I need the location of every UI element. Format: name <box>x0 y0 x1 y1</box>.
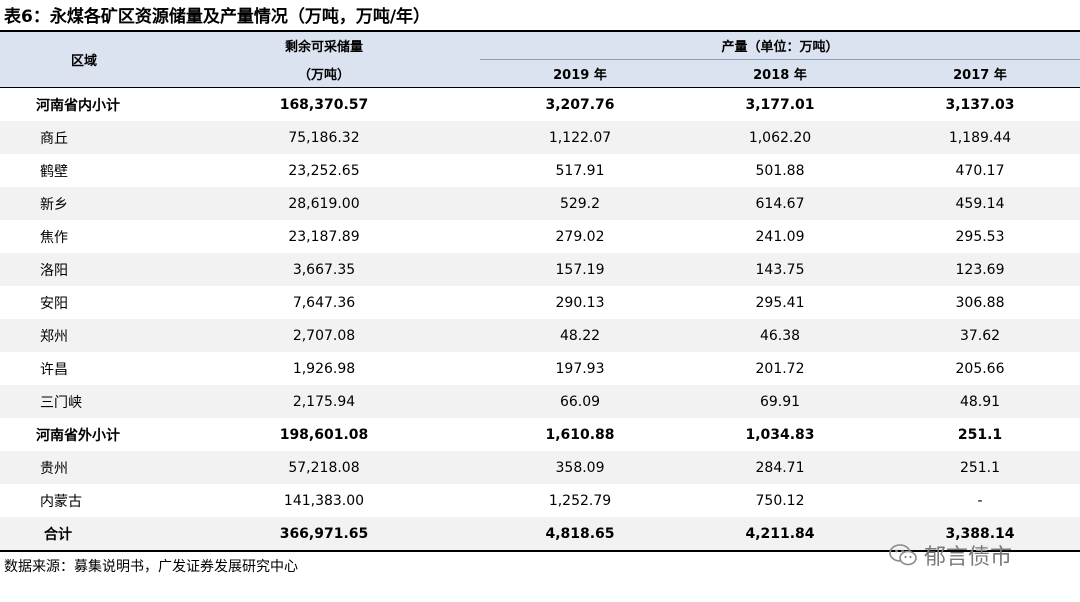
cell-region: 商丘 <box>0 121 168 154</box>
cell-region: 焦作 <box>0 220 168 253</box>
cell-y2019: 66.09 <box>480 385 680 418</box>
cell-y2018: 501.88 <box>680 154 880 187</box>
cell-reserves: 57,218.08 <box>168 451 480 484</box>
cell-reserves: 28,619.00 <box>168 187 480 220</box>
header-production: 产量（单位：万吨） <box>480 32 1080 60</box>
cell-y2017: 1,189.44 <box>880 121 1080 154</box>
cell-reserves: 7,647.36 <box>168 286 480 319</box>
table-title: 表6：永煤各矿区资源储量及产量情况（万吨，万吨/年） <box>4 7 431 27</box>
header-region: 区域 <box>0 32 168 88</box>
cell-y2018: 4,211.84 <box>680 517 880 552</box>
cell-y2018: 69.91 <box>680 385 880 418</box>
cell-y2018: 614.67 <box>680 187 880 220</box>
header-row-1: 区域 剩余可采储量 产量（单位：万吨） <box>0 32 1080 88</box>
cell-region: 贵州 <box>0 451 168 484</box>
table-row: 三门峡 2,175.94 66.09 69.91 48.91 <box>0 385 1080 418</box>
cell-y2017: - <box>880 484 1080 517</box>
cell-y2018: 284.71 <box>680 451 880 484</box>
cell-region: 三门峡 <box>0 385 168 418</box>
cell-y2017: 251.1 <box>880 418 1080 451</box>
cell-y2018: 295.41 <box>680 286 880 319</box>
cell-reserves: 141,383.00 <box>168 484 480 517</box>
cell-y2019: 529.2 <box>480 187 680 220</box>
cell-reserves: 198,601.08 <box>168 418 480 451</box>
cell-y2018: 241.09 <box>680 220 880 253</box>
cell-region: 内蒙古 <box>0 484 168 517</box>
table-row: 商丘 75,186.32 1,122.07 1,062.20 1,189.44 <box>0 121 1080 154</box>
cell-y2017: 37.62 <box>880 319 1080 352</box>
cell-region: 河南省内小计 <box>0 87 168 121</box>
cell-reserves: 2,175.94 <box>168 385 480 418</box>
cell-reserves: 2,707.08 <box>168 319 480 352</box>
cell-y2019: 1,610.88 <box>480 418 680 451</box>
table-row: 许昌 1,926.98 197.93 201.72 205.66 <box>0 352 1080 385</box>
cell-reserves: 366,971.65 <box>168 517 480 552</box>
cell-reserves: 168,370.57 <box>168 87 480 121</box>
table-row: 洛阳 3,667.35 157.19 143.75 123.69 <box>0 253 1080 286</box>
cell-y2017: 251.1 <box>880 451 1080 484</box>
cell-region: 新乡 <box>0 187 168 220</box>
cell-y2019: 197.93 <box>480 352 680 385</box>
header-reserves-line1: 剩余可采储量 <box>168 32 480 60</box>
table-row: 安阳 7,647.36 290.13 295.41 306.88 <box>0 286 1080 319</box>
header-reserves-line2: （万吨） <box>168 59 480 88</box>
cell-y2019: 48.22 <box>480 319 680 352</box>
cell-reserves: 3,667.35 <box>168 253 480 286</box>
cell-region: 鹤壁 <box>0 154 168 187</box>
header-year-2018: 2018 年 <box>680 59 880 88</box>
cell-y2017: 470.17 <box>880 154 1080 187</box>
cell-y2019: 1,122.07 <box>480 121 680 154</box>
table-row: 内蒙古 141,383.00 1,252.79 750.12- <box>0 484 1080 517</box>
cell-reserves: 75,186.32 <box>168 121 480 154</box>
cell-region: 郑州 <box>0 319 168 352</box>
cell-y2017: 306.88 <box>880 286 1080 319</box>
cell-region: 河南省外小计 <box>0 418 168 451</box>
table-row: 河南省内小计 168,370.57 3,207.76 3,177.01 3,137.03 <box>0 87 1080 121</box>
cell-y2017: 48.91 <box>880 385 1080 418</box>
cell-y2018: 750.12 <box>680 484 880 517</box>
header-year-2017: 2017 年 <box>880 59 1080 88</box>
cell-y2019: 290.13 <box>480 286 680 319</box>
cell-y2017: 205.66 <box>880 352 1080 385</box>
cell-reserves: 1,926.98 <box>168 352 480 385</box>
cell-region: 安阳 <box>0 286 168 319</box>
header-year-2019: 2019 年 <box>480 59 680 88</box>
watermark-text: 郁言债市 <box>924 545 1013 570</box>
cell-y2019: 3,207.76 <box>480 87 680 121</box>
watermark: 郁言债市 <box>888 540 1012 570</box>
cell-y2019: 517.91 <box>480 154 680 187</box>
cell-reserves: 23,252.65 <box>168 154 480 187</box>
cell-region: 洛阳 <box>0 253 168 286</box>
cell-y2018: 201.72 <box>680 352 880 385</box>
cell-y2019: 279.02 <box>480 220 680 253</box>
table-row: 焦作 23,187.89 279.02 241.09 295.53 <box>0 220 1080 253</box>
cell-y2017: 123.69 <box>880 253 1080 286</box>
table-row: 河南省外小计 198,601.08 1,610.88 1,034.83 251.1 <box>0 418 1080 451</box>
cell-region: 许昌 <box>0 352 168 385</box>
cell-y2018: 46.38 <box>680 319 880 352</box>
cell-y2018: 1,034.83 <box>680 418 880 451</box>
source-note: 数据来源：募集说明书，广发证券发展研究中心 <box>4 559 298 575</box>
cell-y2019: 157.19 <box>480 253 680 286</box>
cell-y2019: 4,818.65 <box>480 517 680 552</box>
cell-y2018: 143.75 <box>680 253 880 286</box>
table-row: 鹤壁 23,252.65 517.91 501.88 470.17 <box>0 154 1080 187</box>
table-row: 新乡 28,619.00 529.2 614.67 459.14 <box>0 187 1080 220</box>
reserves-production-table: 区域 剩余可采储量 产量（单位：万吨） （万吨） 2019 年 2018 年 2… <box>0 32 1080 552</box>
cell-y2018: 1,062.20 <box>680 121 880 154</box>
table-row: 贵州 57,218.08 358.09 284.71 251.1 <box>0 451 1080 484</box>
cell-region: 合计 <box>0 517 168 552</box>
cell-y2018: 3,177.01 <box>680 87 880 121</box>
cell-y2017: 295.53 <box>880 220 1080 253</box>
cell-y2019: 1,252.79 <box>480 484 680 517</box>
cell-y2017: 3,137.03 <box>880 87 1080 121</box>
cell-y2017: 459.14 <box>880 187 1080 220</box>
table-row: 郑州 2,707.08 48.22 46.38 37.62 <box>0 319 1080 352</box>
cell-reserves: 23,187.89 <box>168 220 480 253</box>
cell-y2019: 358.09 <box>480 451 680 484</box>
wechat-icon <box>889 544 917 566</box>
